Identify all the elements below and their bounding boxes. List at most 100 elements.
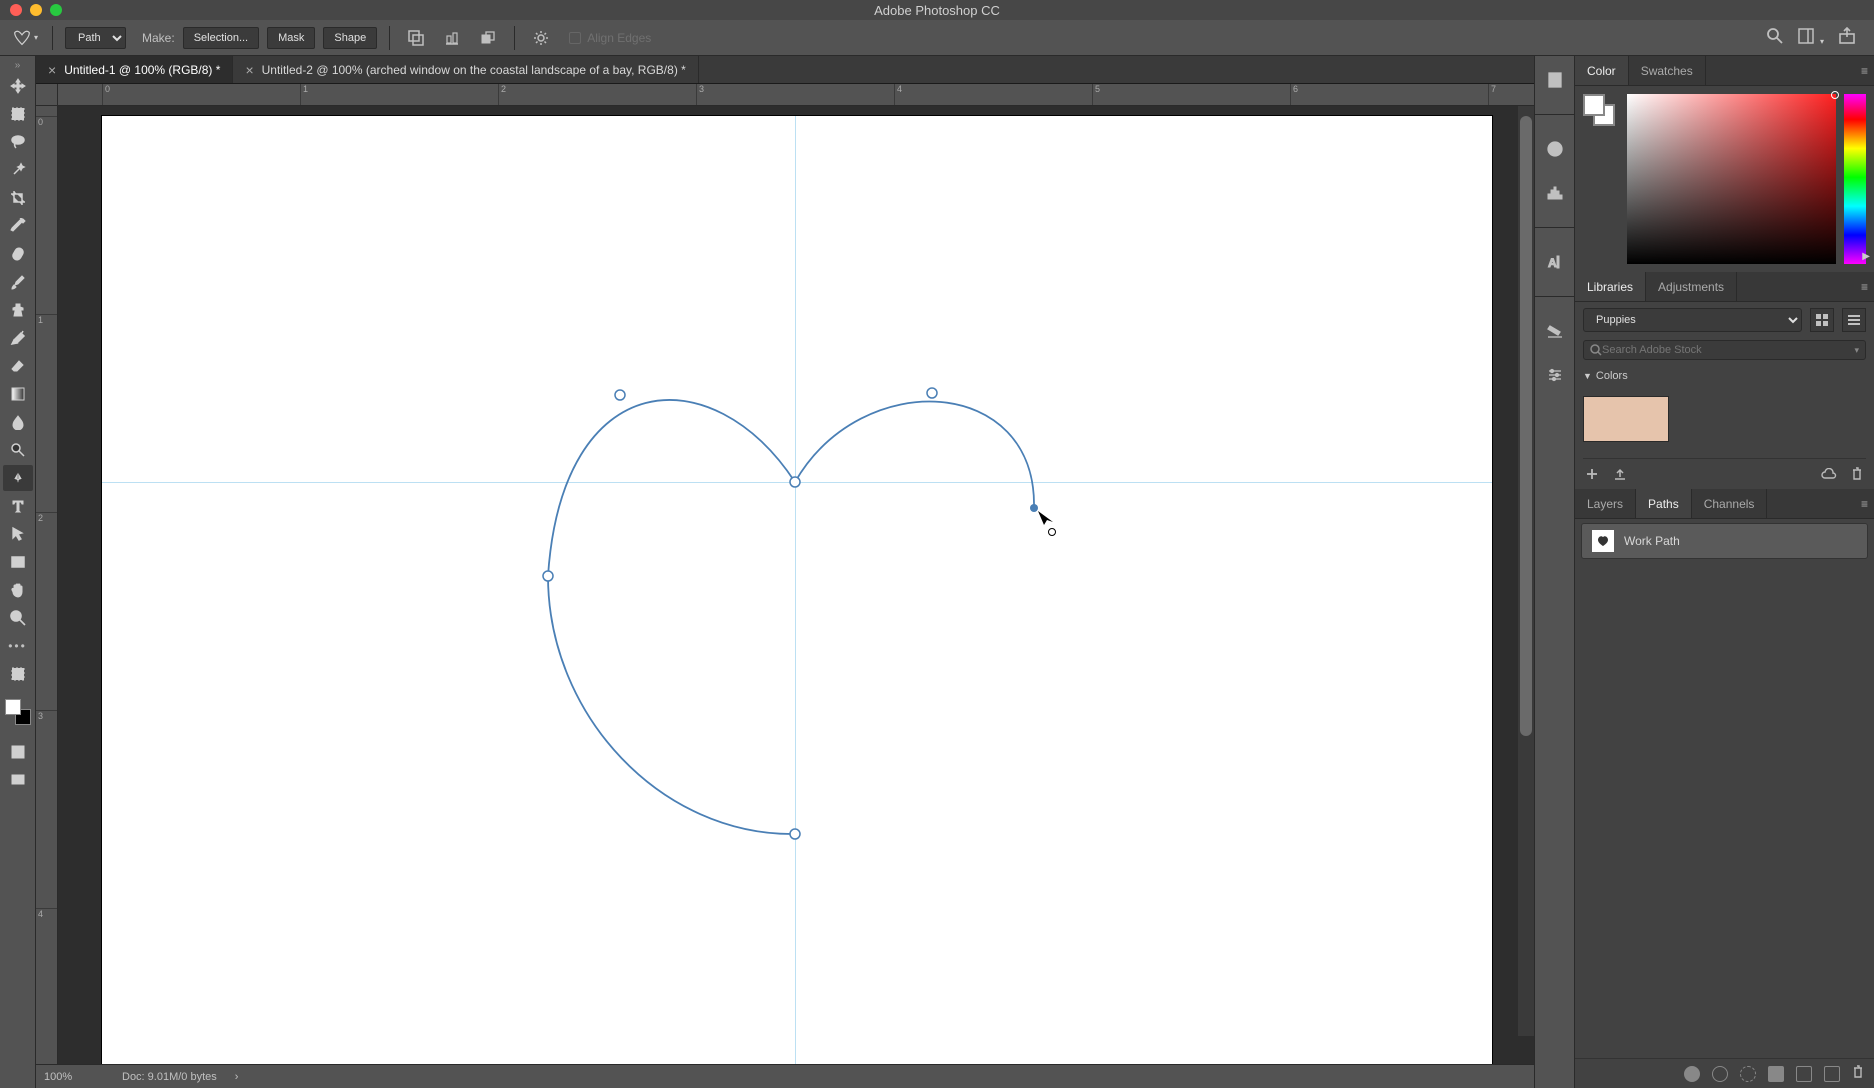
svg-text:A: A [1548,256,1557,270]
gear-settings-button[interactable] [527,26,555,50]
library-color-swatch[interactable] [1583,396,1669,442]
delete-icon[interactable] [1848,465,1866,483]
panel-menu-icon[interactable]: ≡ [1855,272,1874,301]
path-to-selection-icon[interactable] [1740,1066,1756,1082]
tab-adjustments[interactable]: Adjustments [1646,272,1737,301]
tab-layers[interactable]: Layers [1575,489,1636,518]
rectangle-tool[interactable] [3,549,33,575]
horizontal-ruler[interactable]: 0 1 2 3 4 5 6 7 [58,84,1534,106]
navigator-panel-icon[interactable] [1541,135,1569,163]
current-tool-icon[interactable]: ▾ [10,28,40,48]
workspace-switcher-button[interactable]: ▾ [1798,28,1824,47]
path-operations-button[interactable] [402,26,430,50]
document-info[interactable]: Doc: 9.01M/0 bytes [122,1071,217,1083]
screen-mode[interactable] [3,767,33,793]
pen-tool[interactable] [3,465,33,491]
minimize-window-button[interactable] [30,4,42,16]
path-selection-tool[interactable] [3,521,33,547]
colors-section-header[interactable]: ▼ Colors [1583,368,1866,384]
add-content-icon[interactable] [1583,465,1601,483]
path-alignment-button[interactable] [438,26,466,50]
more-tools[interactable]: ••• [3,633,33,659]
maximize-window-button[interactable] [50,4,62,16]
status-menu-arrow[interactable]: › [235,1071,239,1083]
grid-view-button[interactable] [1810,308,1834,332]
ruler-origin[interactable] [36,84,58,106]
scrollbar-thumb[interactable] [1520,116,1532,736]
eyedropper-tool[interactable] [3,213,33,239]
tab-swatches[interactable]: Swatches [1629,56,1706,85]
blur-tool[interactable] [3,409,33,435]
cloud-sync-icon[interactable] [1820,465,1838,483]
share-icon[interactable] [1838,27,1856,48]
chevron-down-icon[interactable]: ▾ [1854,345,1859,356]
crop-tool[interactable] [3,185,33,211]
close-tab-icon[interactable]: × [48,62,56,78]
zoom-level[interactable]: 100% [44,1071,104,1083]
close-tab-icon[interactable]: × [245,62,253,78]
gradient-tool[interactable] [3,381,33,407]
list-view-button[interactable] [1842,308,1866,332]
brush-tool[interactable] [3,269,33,295]
eraser-tool[interactable] [3,353,33,379]
type-tool[interactable] [3,493,33,519]
new-path-icon[interactable] [1824,1066,1840,1082]
zoom-tool[interactable] [3,605,33,631]
document-tab-2[interactable]: × Untitled-2 @ 100% (arched window on th… [233,56,698,83]
lasso-tool[interactable] [3,129,33,155]
close-window-button[interactable] [10,4,22,16]
history-panel-icon[interactable] [1541,66,1569,94]
canvas-scroll-area[interactable] [58,106,1534,1064]
search-icon[interactable] [1766,27,1784,48]
quick-mask-mode[interactable] [3,739,33,765]
document-tab-1[interactable]: × Untitled-1 @ 100% (RGB/8) * [36,56,233,83]
foreground-swatch[interactable] [1583,94,1605,116]
edit-toolbar[interactable] [3,661,33,687]
dodge-tool[interactable] [3,437,33,463]
upload-icon[interactable] [1611,465,1629,483]
hand-tool[interactable] [3,577,33,603]
marquee-tool[interactable] [3,101,33,127]
fill-path-icon[interactable] [1684,1066,1700,1082]
align-edges-checkbox[interactable]: Align Edges [569,31,651,45]
path-item-work-path[interactable]: Work Path [1581,523,1868,559]
history-brush-tool[interactable] [3,325,33,351]
canvas[interactable] [102,116,1492,1064]
vertical-scrollbar[interactable] [1518,106,1534,1036]
panel-menu-icon[interactable]: ≡ [1855,489,1874,518]
work-path-shape[interactable] [102,116,1492,1064]
brush-settings-icon[interactable] [1541,361,1569,389]
vertical-ruler[interactable]: 0 1 2 3 4 [36,106,58,1064]
tool-mode-select[interactable]: Path [65,27,126,49]
panel-menu-icon[interactable]: ≡ [1855,56,1874,85]
character-panel-icon[interactable]: A [1541,248,1569,276]
hue-slider[interactable]: ▶ [1844,94,1866,264]
clone-stamp-tool[interactable] [3,297,33,323]
delete-path-icon[interactable] [1852,1065,1864,1082]
library-search[interactable]: ▾ [1583,340,1866,360]
brushes-panel-icon[interactable] [1541,317,1569,345]
hue-slider-handle[interactable]: ▶ [1862,251,1870,262]
make-selection-button[interactable]: Selection... [183,27,259,49]
tab-color[interactable]: Color [1575,56,1629,85]
tab-paths[interactable]: Paths [1636,489,1692,518]
library-select[interactable]: Puppies [1583,308,1802,332]
color-picker-cursor[interactable] [1831,91,1839,99]
color-fg-bg-swatches[interactable] [1583,94,1619,264]
add-mask-icon[interactable] [1796,1066,1812,1082]
tab-channels[interactable]: Channels [1692,489,1768,518]
foreground-background-colors[interactable] [5,699,31,725]
histogram-panel-icon[interactable] [1541,179,1569,207]
selection-to-path-icon[interactable] [1768,1066,1784,1082]
tab-libraries[interactable]: Libraries [1575,272,1646,301]
stroke-path-icon[interactable] [1712,1066,1728,1082]
healing-brush-tool[interactable] [3,241,33,267]
color-field[interactable] [1627,94,1836,264]
move-tool[interactable] [3,73,33,99]
make-mask-button[interactable]: Mask [267,27,315,49]
make-shape-button[interactable]: Shape [323,27,377,49]
path-arrangement-button[interactable] [474,26,502,50]
foreground-color[interactable] [5,699,21,715]
magic-wand-tool[interactable] [3,157,33,183]
library-search-input[interactable] [1602,344,1854,356]
